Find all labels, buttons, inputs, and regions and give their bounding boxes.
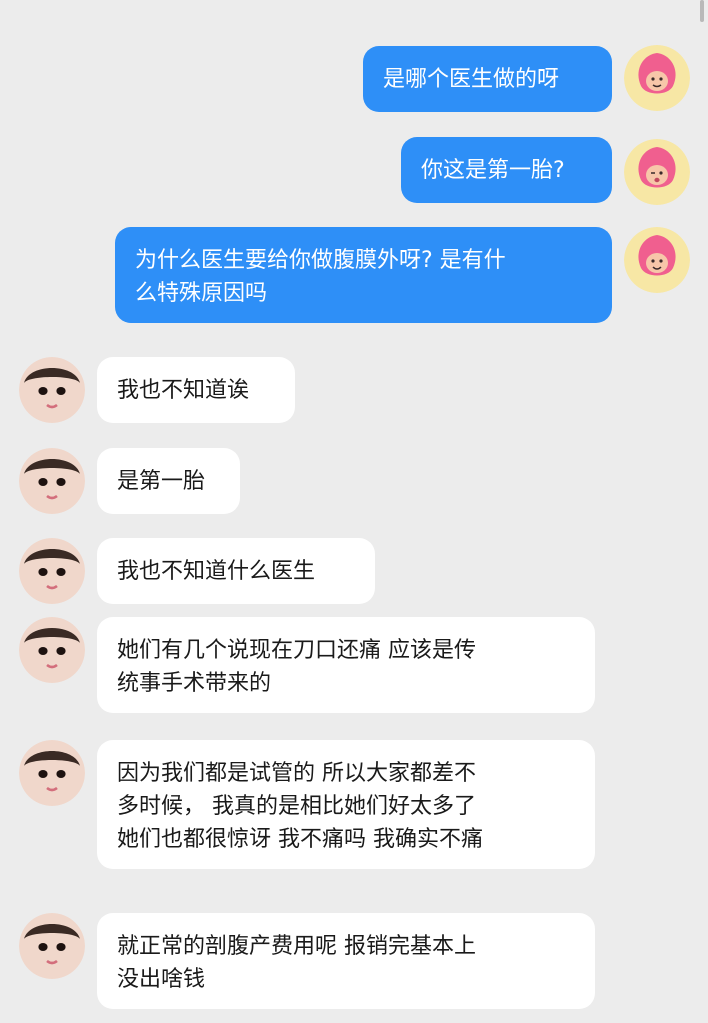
received-message-bubble[interactable]: 就正常的剖腹产费用呢 报销完基本上 没出啥钱 bbox=[97, 913, 595, 1009]
contact-avatar-baby[interactable] bbox=[19, 913, 85, 979]
received-message-row: 就正常的剖腹产费用呢 报销完基本上 没出啥钱 bbox=[0, 0, 708, 1023]
baby-avatar-icon bbox=[19, 913, 85, 979]
